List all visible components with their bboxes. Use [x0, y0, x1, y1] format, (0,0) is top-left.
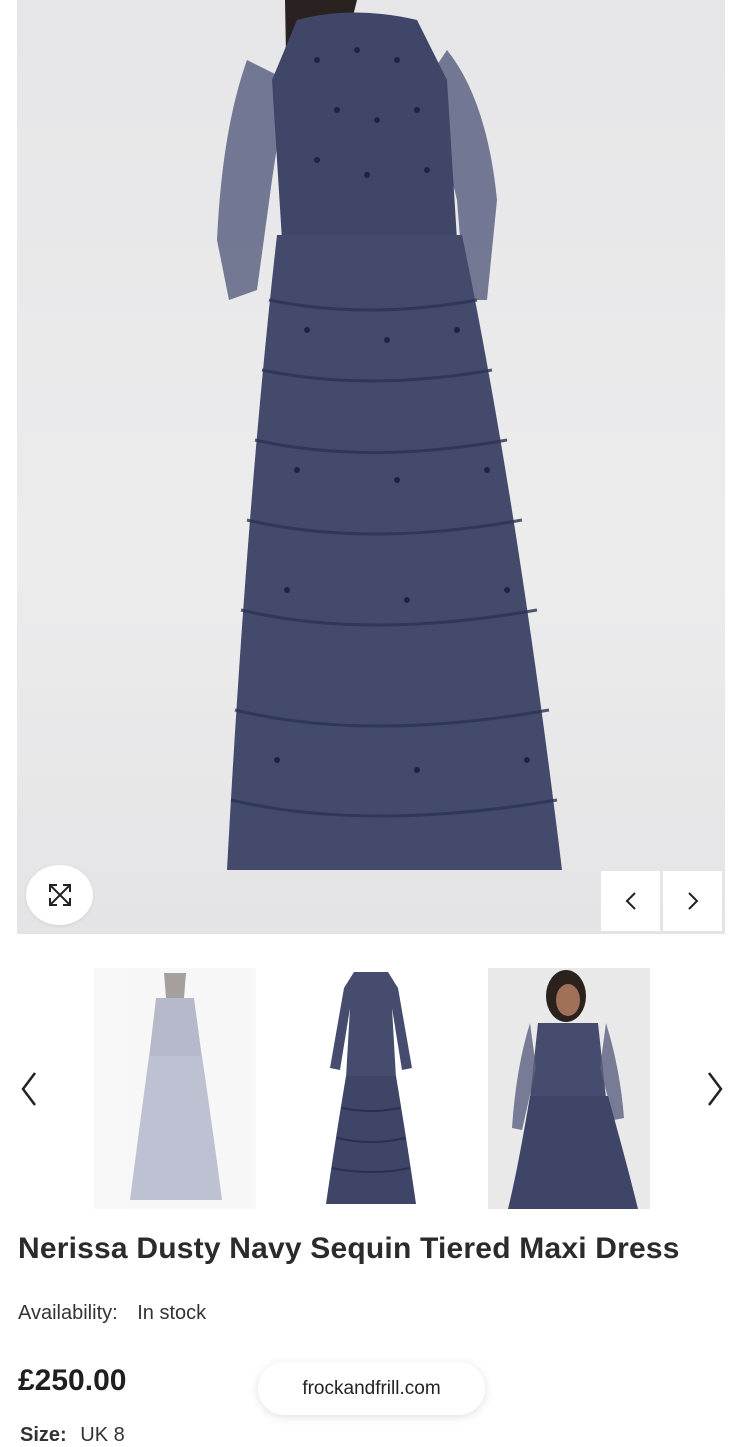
main-image-next-button[interactable] [663, 871, 722, 931]
availability-label: Availability: [18, 1302, 118, 1324]
chevron-left-icon [21, 1072, 36, 1106]
size-selector[interactable]: Size: UK 8 [20, 1424, 125, 1447]
thumbnail-back-view[interactable] [94, 968, 256, 1209]
chevron-left-icon [625, 892, 636, 910]
dress-back-illustration [217, 0, 562, 870]
availability-value: In stock [137, 1302, 207, 1324]
expand-icon [48, 884, 71, 906]
chevron-right-icon [687, 892, 698, 910]
thumbnail-front-flat[interactable] [290, 968, 452, 1209]
thumbnails-prev-button[interactable] [14, 1068, 44, 1110]
main-product-image[interactable] [17, 0, 725, 934]
size-value: UK 8 [80, 1424, 125, 1446]
thumbnails-next-button[interactable] [700, 1068, 730, 1110]
product-title: Nerissa Dusty Navy Sequin Tiered Maxi Dr… [18, 1232, 680, 1265]
chevron-right-icon [708, 1072, 723, 1106]
thumbnail-image [508, 970, 638, 1209]
thumbnail-front-view[interactable] [488, 968, 650, 1209]
size-label: Size: [20, 1424, 67, 1446]
zoom-button[interactable] [26, 865, 93, 925]
thumbnail-image [130, 973, 222, 1200]
browser-url-pill[interactable]: frockandfrill.com [258, 1362, 485, 1415]
product-price: £250.00 [18, 1364, 127, 1397]
thumbnail-image [326, 972, 416, 1204]
main-image-prev-button[interactable] [601, 871, 660, 931]
availability: Availability: In stock [18, 1302, 206, 1325]
